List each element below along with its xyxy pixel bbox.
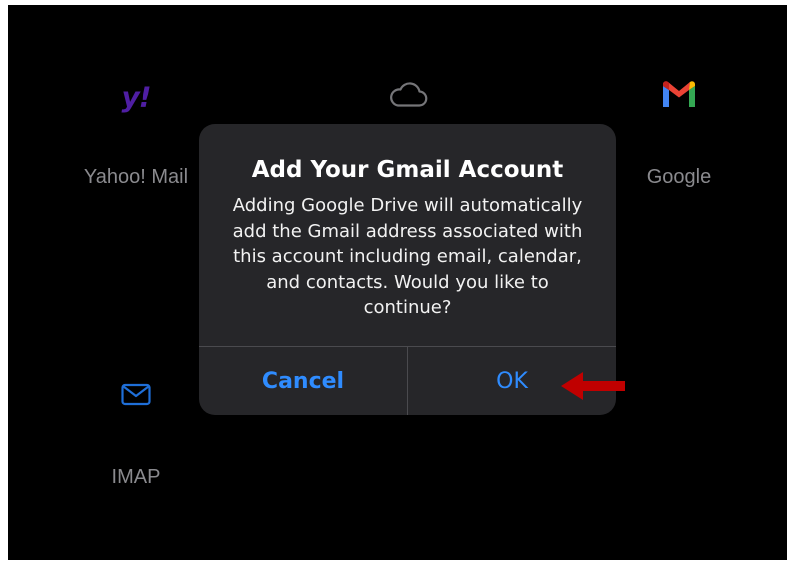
red-left-arrow-icon: [561, 370, 627, 407]
gmail-icon: [661, 81, 697, 113]
envelope-icon: [121, 383, 151, 411]
yahoo-logo-icon: y!: [121, 80, 151, 114]
app-screen: y! Yahoo! Mail Google IMAP Add Your Gmai…: [8, 5, 787, 560]
dialog-title: Add Your Gmail Account: [251, 157, 564, 183]
provider-label-imap: IMAP: [111, 466, 161, 488]
provider-label-yahoo: Yahoo! Mail: [83, 166, 189, 188]
provider-label-google: Google: [646, 166, 712, 188]
alert-dialog: Add Your Gmail Account Adding Google Dri…: [199, 124, 616, 415]
cancel-button[interactable]: Cancel: [199, 347, 407, 415]
cloud-icon: [388, 81, 428, 114]
dialog-message: Adding Google Drive will automatically a…: [232, 195, 583, 318]
